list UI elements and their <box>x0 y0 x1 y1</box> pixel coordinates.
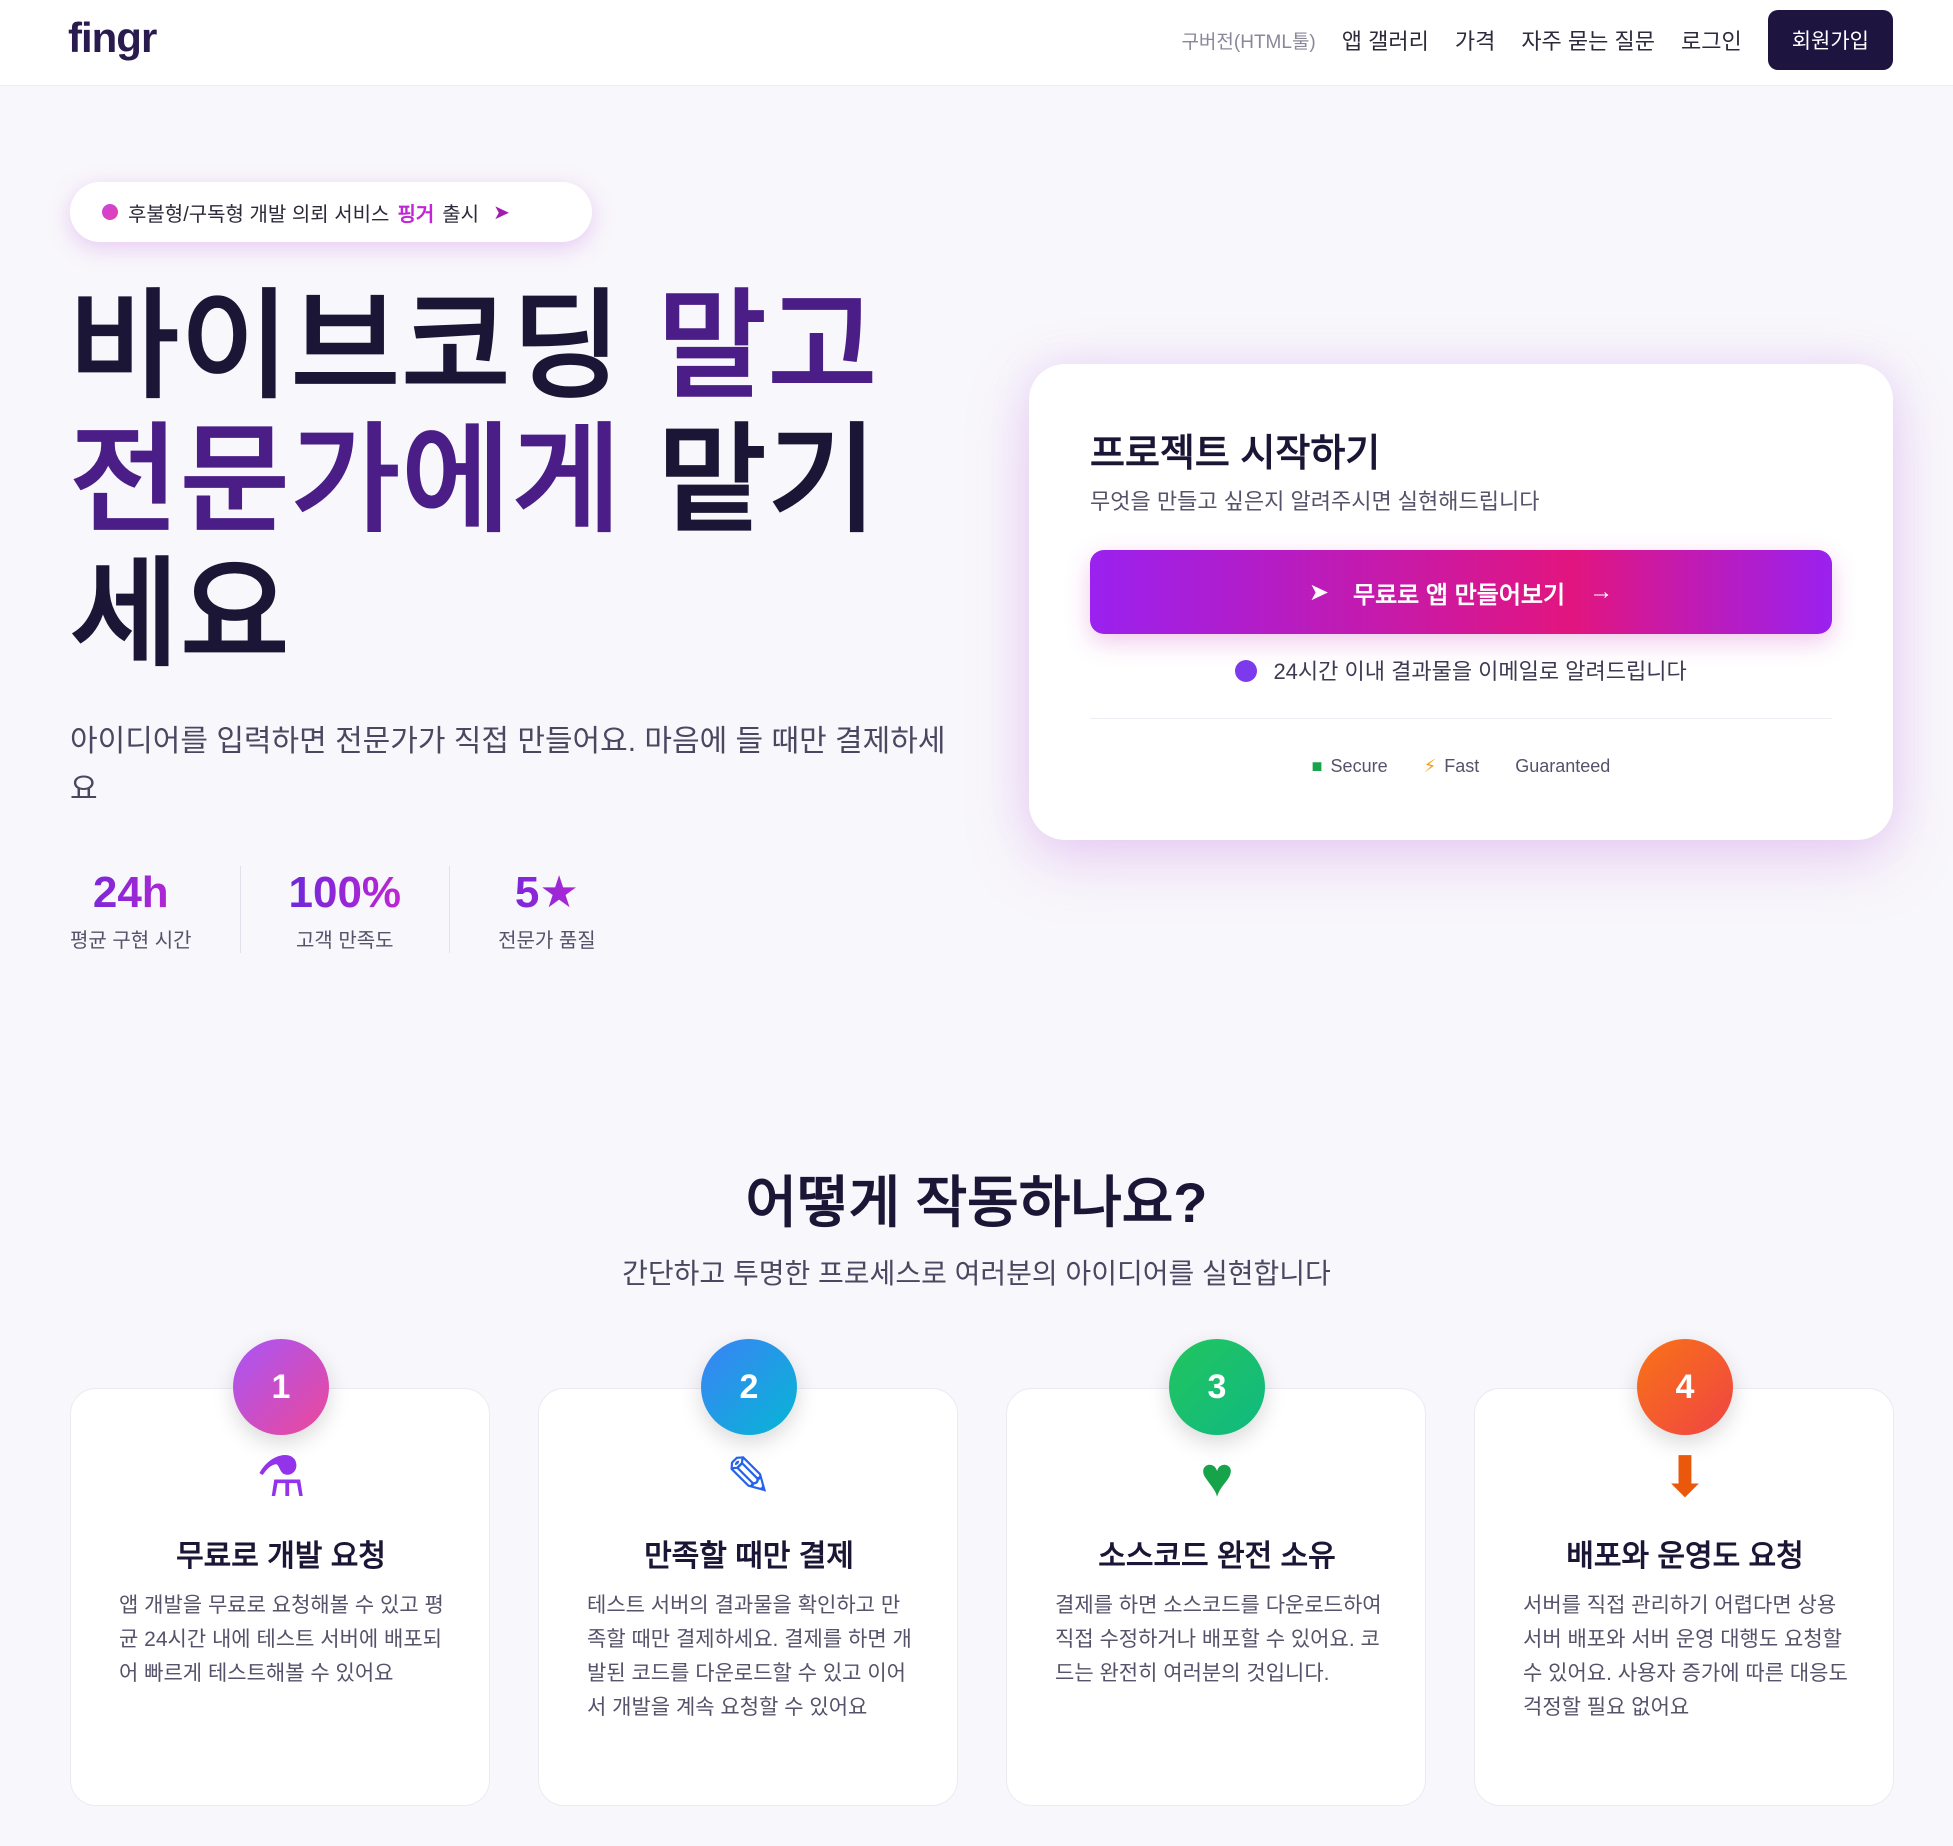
bolt-icon: ⚡ <box>1423 756 1437 776</box>
rocket-icon: ➤ <box>493 201 510 224</box>
stat-value: 24h <box>70 866 192 920</box>
delivery-notice: 24시간 이내 결과물을 이메일로 알려드립니다 <box>1029 654 1893 686</box>
announcement-badge[interactable]: 후불형/구독형 개발 의뢰 서비스 핑거 출시 ➤ <box>70 182 592 242</box>
signup-button[interactable]: 회원가입 <box>1767 10 1893 70</box>
hero-title-part: 세요 <box>70 549 292 681</box>
arrow-right-icon: → <box>1589 578 1614 605</box>
badge-suffix: 출시 <box>442 203 480 226</box>
step-title: 무료로 개발 요청 <box>176 1540 386 1573</box>
how-section-subtitle: 간단하고 투명한 프로세스로 여러분의 아이디어를 실현합니다 <box>622 1258 1331 1289</box>
lock-icon: ■ <box>1311 756 1323 776</box>
badge-dot <box>102 204 118 220</box>
step-title: 배포와 운영도 요청 <box>1566 1540 1804 1573</box>
stats-row: 24h 평균 구현 시간 100% 고객 만족도 5★ 전문가 품질 <box>70 866 644 953</box>
step-title: 만족할 때만 결제 <box>644 1540 854 1573</box>
step-number: 1 <box>233 1339 329 1435</box>
trust-label: Guaranteed <box>1515 756 1611 776</box>
cta-label: 무료로 앱 만들어보기 <box>1353 581 1566 609</box>
nav-link-login[interactable]: 로그인 <box>1681 24 1742 56</box>
hero-subtitle: 아이디어를 입력하면 전문가가 직접 만들어요. 마음에 들 때만 결제하세요 <box>70 725 946 806</box>
how-section-title: 어떻게 작동하나요? <box>745 1171 1208 1234</box>
step-number: 3 <box>1169 1339 1265 1435</box>
download-icon: ⬇ <box>1661 1445 1709 1508</box>
badge-highlight: 핑거 <box>397 203 435 226</box>
step-card-3: 3 ♥ 소스코드 완전 소유 결제를 하면 소스코드를 다운로드하여 직접 수정… <box>1006 1339 1426 1806</box>
trust-label: Secure <box>1330 756 1388 776</box>
trust-fast: ⚡ Fast <box>1424 756 1480 777</box>
step-number: 4 <box>1637 1339 1733 1435</box>
notice-text: 24시간 이내 결과물을 이메일로 알려드립니다 <box>1273 659 1687 684</box>
clock-icon <box>1235 660 1258 682</box>
trust-label: Fast <box>1444 756 1480 776</box>
step-card-2: 2 ✎ 만족할 때만 결제 테스트 서버의 결과물을 확인하고 만족할 때만 결… <box>538 1339 958 1806</box>
edit-icon: ✎ <box>725 1445 773 1508</box>
step-title: 소스코드 완전 소유 <box>1098 1540 1336 1573</box>
trust-guaranteed: Guaranteed <box>1515 756 1610 777</box>
hero-title-part: 맡기 <box>657 415 879 547</box>
step-number: 2 <box>701 1339 797 1435</box>
rocket-icon: ➤ <box>1308 578 1330 606</box>
logo[interactable]: fingr <box>68 14 157 62</box>
stat-value: 100% <box>289 866 402 920</box>
stat-label: 전문가 품질 <box>498 930 596 952</box>
step-description: 앱 개발을 무료로 요청해볼 수 있고 평균 24시간 내에 테스트 서버에 배… <box>119 1594 444 1685</box>
nav-link-pricing[interactable]: 가격 <box>1455 24 1495 56</box>
card-title: 프로젝트 시작하기 <box>1090 433 1381 475</box>
project-start-card: 프로젝트 시작하기 무엇을 만들고 싶은지 알려주시면 실현해드립니다 ➤ 무료… <box>1029 364 1893 840</box>
nav-links: 구버전(HTML툴) 앱 갤러리 가격 자주 묻는 질문 로그인 회원가입 <box>1181 10 1953 70</box>
step-card-1: 1 ⚗ 무료로 개발 요청 앱 개발을 무료로 요청해볼 수 있고 평균 24시… <box>70 1339 490 1806</box>
step-card-4: 4 ⬇ 배포와 운영도 요청 서버를 직접 관리하기 어렵다면 상용 서버 배포… <box>1474 1339 1894 1806</box>
step-description: 결제를 하면 소스코드를 다운로드하여 직접 수정하거나 배포할 수 있어요. … <box>1055 1594 1382 1685</box>
step-description: 테스트 서버의 결과물을 확인하고 만족할 때만 결제하세요. 결제를 하면 개… <box>587 1594 912 1719</box>
flask-icon: ⚗ <box>255 1445 307 1508</box>
card-subtitle: 무엇을 만들고 싶은지 알려주시면 실현해드립니다 <box>1090 489 1540 514</box>
step-description: 서버를 직접 관리하기 어렵다면 상용 서버 배포와 서버 운영 대행도 요청할… <box>1523 1594 1848 1719</box>
hero-title-part: 바이브코딩 <box>70 281 623 413</box>
stat-item: 24h 평균 구현 시간 <box>70 866 241 953</box>
trust-badges: ■ Secure ⚡ Fast Guaranteed <box>1029 756 1893 777</box>
stat-label: 고객 만족도 <box>296 930 394 952</box>
top-nav: fingr 구버전(HTML툴) 앱 갤러리 가격 자주 묻는 질문 로그인 회… <box>0 0 1953 86</box>
nav-link-legacy[interactable]: 구버전(HTML툴) <box>1181 27 1315 54</box>
nav-link-faq[interactable]: 자주 묻는 질문 <box>1521 24 1655 56</box>
stat-item: 100% 고객 만족도 <box>241 866 451 953</box>
stat-item: 5★ 전문가 품질 <box>450 866 644 953</box>
badge-prefix: 후불형/구독형 개발 의뢰 서비스 <box>128 203 390 226</box>
stat-label: 평균 구현 시간 <box>70 930 192 952</box>
hero-title: 바이브코딩 말고 전문가에게 맡기 세요 <box>70 280 890 682</box>
nav-link-gallery[interactable]: 앱 갤러리 <box>1342 24 1429 56</box>
divider <box>1090 718 1832 719</box>
heart-icon: ♥ <box>1200 1445 1234 1508</box>
hero-title-part: 전문가에게 <box>70 415 623 547</box>
hero-title-part: 말고 <box>657 281 879 413</box>
trust-secure: ■ Secure <box>1312 756 1388 777</box>
create-app-button[interactable]: ➤ 무료로 앱 만들어보기 → <box>1090 550 1832 634</box>
stat-value: 5★ <box>498 866 596 920</box>
